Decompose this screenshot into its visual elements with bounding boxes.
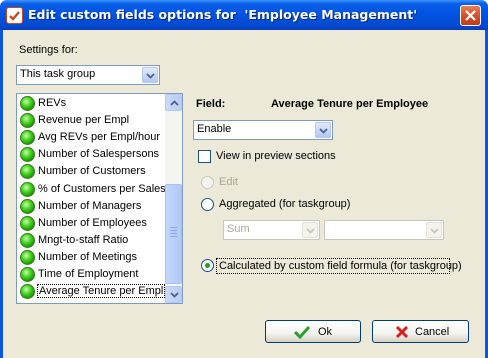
calculated-radio[interactable] — [201, 259, 214, 272]
green-status-icon — [20, 113, 35, 129]
custom-field-list[interactable]: REVs Revenue per Empl Avg REVs per Empl/ho… — [16, 93, 183, 304]
list-item-label: Revenue per Empl — [38, 114, 130, 127]
list-item[interactable]: Number of Meetings — [20, 249, 165, 266]
chevron-down-icon[interactable] — [142, 67, 158, 83]
chevron-down-icon — [170, 292, 179, 298]
list-item[interactable]: % of Customers per Salesp — [20, 181, 165, 198]
field-mode-value: Enable — [197, 123, 232, 135]
aggregate-field-select[interactable] — [324, 220, 444, 240]
field-label: Field: — [196, 98, 226, 110]
list-item[interactable]: Number of Employees — [20, 215, 165, 232]
scroll-down-button[interactable] — [165, 286, 182, 303]
chevron-down-icon[interactable] — [426, 222, 442, 238]
checkmark-app-icon — [6, 7, 23, 24]
list-item[interactable]: Number of Customers — [20, 163, 165, 180]
list-item[interactable]: Time of Employment — [20, 266, 165, 283]
chevron-down-icon[interactable] — [315, 122, 331, 138]
list-item[interactable]: Number of Salespersons — [20, 146, 165, 163]
scroll-up-button[interactable] — [165, 94, 182, 111]
green-status-icon — [20, 249, 35, 265]
view-in-preview-checkbox[interactable] — [198, 150, 211, 163]
list-item-label: REVs — [38, 97, 67, 109]
cancel-button[interactable]: Cancel — [372, 320, 469, 343]
close-icon — [465, 10, 476, 21]
cancel-label: Cancel — [415, 326, 450, 338]
aggregate-function-select[interactable]: Sum — [223, 220, 320, 240]
list-item[interactable]: Mngt-to-staff Ratio — [20, 232, 165, 249]
green-status-icon — [20, 130, 35, 146]
green-status-icon — [20, 215, 35, 231]
cancel-x-icon — [395, 325, 409, 339]
calculated-label: Calculated by custom field formula (for … — [219, 260, 462, 272]
dialog-body: Settings for: This task group REVs Revenu… — [3, 30, 485, 358]
aggregate-function-value: Sum — [227, 223, 250, 235]
green-status-icon — [20, 181, 35, 197]
aggregated-label: Aggregated (for taskgroup) — [219, 198, 351, 210]
green-status-icon — [20, 232, 35, 248]
field-name: Average Tenure per Employee — [271, 98, 429, 110]
green-status-icon — [20, 96, 35, 111]
ok-label: Ok — [318, 326, 333, 338]
green-status-icon — [20, 147, 35, 163]
list-item-label: Mngt-to-staff Ratio — [38, 233, 129, 246]
green-status-icon — [20, 198, 35, 214]
list-scrollbar[interactable] — [165, 94, 182, 303]
chevron-down-icon[interactable] — [302, 222, 318, 238]
checkmark-icon — [294, 325, 310, 339]
aggregated-radio[interactable] — [201, 198, 214, 211]
list-item[interactable]: Average Tenure per Empl — [20, 283, 165, 300]
list-item[interactable]: Number of Managers — [20, 198, 165, 215]
chevron-up-icon — [170, 100, 179, 106]
settings-for-label: Settings for: — [19, 44, 78, 56]
scroll-thumb[interactable] — [165, 184, 182, 284]
edit-label: Edit — [219, 176, 238, 188]
list-item-label: Time of Employment — [38, 268, 139, 280]
list-item-label: Number of Customers — [38, 165, 146, 178]
edit-radio[interactable] — [201, 176, 214, 189]
list-item-label: % of Customers per Salesp — [38, 182, 165, 195]
view-in-preview-label: View in preview sections — [216, 150, 336, 162]
window-title: Edit custom fields options for 'Employee… — [28, 7, 418, 22]
list-item-label: Avg REVs per Empl/hour — [38, 131, 161, 144]
settings-for-value: This task group — [20, 68, 96, 80]
dialog-window: Edit custom fields options for 'Employee… — [0, 0, 488, 358]
field-mode-select[interactable]: Enable — [193, 120, 333, 140]
list-item-label: Number of Employees — [38, 216, 147, 229]
list-item-label: Number of Salespersons — [38, 148, 160, 161]
green-status-icon — [20, 284, 35, 300]
list-item[interactable]: Avg REVs per Empl/hour — [20, 129, 165, 146]
list-item[interactable]: REVs — [20, 95, 165, 112]
close-button[interactable] — [460, 5, 481, 26]
settings-for-select[interactable]: This task group — [16, 65, 160, 85]
list-item-label: Number of Meetings — [38, 250, 138, 263]
green-status-icon — [20, 164, 35, 180]
list-item[interactable]: Revenue per Empl — [20, 112, 165, 129]
list-item-label: Average Tenure per Empl — [37, 284, 165, 299]
ok-button[interactable]: Ok — [265, 320, 361, 343]
title-bar[interactable]: Edit custom fields options for 'Employee… — [0, 0, 488, 30]
green-status-icon — [20, 267, 35, 282]
list-item-label: Number of Managers — [38, 199, 142, 212]
